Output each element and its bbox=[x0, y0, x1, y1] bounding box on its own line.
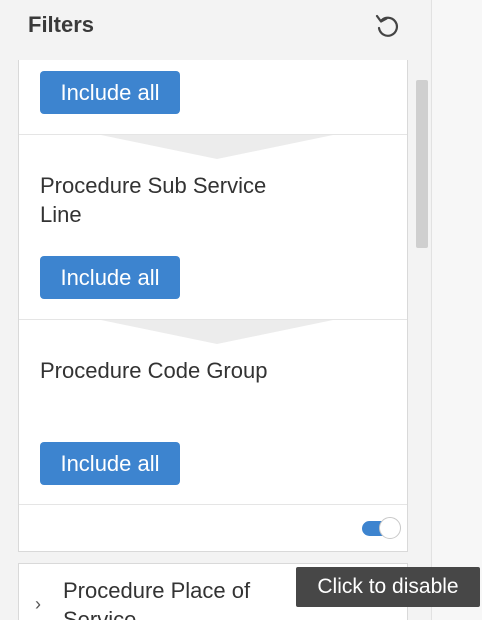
include-all-button[interactable]: Include all bbox=[40, 442, 180, 485]
include-all-button[interactable]: Include all bbox=[40, 256, 180, 299]
flow-arrow bbox=[101, 135, 333, 159]
filter-title-procedure-place-of-service: Procedure Place of Service bbox=[63, 578, 251, 620]
tooltip: Click to disable bbox=[296, 567, 480, 607]
filter-title-procedure-code-group: Procedure Code Group bbox=[40, 358, 268, 383]
chevron-right-icon: › bbox=[35, 594, 41, 614]
flow-arrow bbox=[101, 320, 333, 344]
toggle-knob bbox=[379, 517, 401, 539]
enable-toggle[interactable] bbox=[362, 517, 401, 539]
toggle-row bbox=[19, 505, 407, 551]
filter-group-card: Include all Procedure Sub Service Line I… bbox=[18, 60, 408, 552]
scrollbar-thumb[interactable] bbox=[416, 80, 428, 248]
reset-icon[interactable] bbox=[372, 12, 402, 42]
filters-title: Filters bbox=[28, 12, 95, 37]
filters-scroll-area: Include all Procedure Sub Service Line I… bbox=[12, 60, 432, 620]
include-all-button[interactable]: Include all bbox=[40, 71, 180, 114]
filters-header: Filters bbox=[0, 0, 432, 52]
filter-title-procedure-sub-service-line: Procedure Sub Service Line bbox=[40, 173, 267, 227]
filters-panel: Filters Include all Procedure Sub Servic… bbox=[0, 0, 432, 620]
